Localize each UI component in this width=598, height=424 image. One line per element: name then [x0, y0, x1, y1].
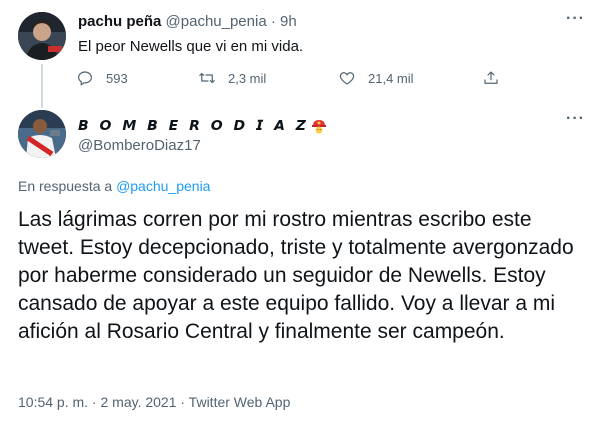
like-count: 21,4 mil: [368, 70, 414, 86]
tweet-text: El peor Newells que vi en mi vida.: [78, 38, 304, 55]
display-name-text: 𝘽 𝙊 𝙈 𝘽 𝙀 𝙍 𝙊 𝘿 𝙄 𝘼 𝙕: [78, 118, 309, 134]
avatar[interactable]: [18, 12, 66, 60]
replying-to: En respuesta a @pachu_penia: [18, 178, 210, 194]
tweet-actions: 593 2,3 mil 21,4 mil: [72, 64, 512, 92]
retweet-button[interactable]: 2,3 mil: [198, 64, 266, 92]
handle[interactable]: @pachu_penia: [166, 13, 267, 30]
display-name[interactable]: 𝘽 𝙊 𝙈 𝘽 𝙀 𝙍 𝙊 𝘿 𝙄 𝘼 𝙕: [78, 118, 327, 134]
tweet-text: Las lágrimas corren por mi rostro mientr…: [18, 208, 574, 343]
like-button[interactable]: 21,4 mil: [338, 64, 414, 92]
retweet-icon: [199, 72, 215, 84]
tweet-timestamp[interactable]: 10:54 p. m. · 2 may. 2021 · Twitter Web …: [18, 394, 290, 410]
reply-count: 593: [106, 70, 128, 86]
handle[interactable]: @BomberoDiaz17: [78, 137, 201, 154]
reply-to-prefix: En respuesta a: [18, 178, 117, 194]
reply-icon: [78, 71, 92, 86]
more-dots-icon[interactable]: ···: [566, 110, 585, 128]
parent-tweet-header: pachu peña @pachu_penia · 9h: [78, 13, 297, 30]
share-icon: [484, 71, 498, 84]
parent-tweet[interactable]: pachu peña @pachu_penia · 9h El peor New…: [0, 0, 598, 108]
more-dots-icon[interactable]: ···: [566, 10, 585, 28]
reply-button[interactable]: 593: [76, 64, 128, 92]
thread-line: [41, 64, 43, 108]
separator: ·: [270, 13, 276, 30]
retweet-count: 2,3 mil: [228, 70, 267, 86]
avatar[interactable]: [18, 110, 66, 158]
firefighter-emoji-icon: [311, 120, 326, 134]
display-name[interactable]: pachu peña: [78, 13, 161, 30]
reply-to-link[interactable]: @pachu_penia: [116, 178, 210, 194]
share-button[interactable]: [482, 64, 512, 92]
tweet-age[interactable]: 9h: [280, 13, 297, 30]
heart-icon: [339, 72, 355, 85]
